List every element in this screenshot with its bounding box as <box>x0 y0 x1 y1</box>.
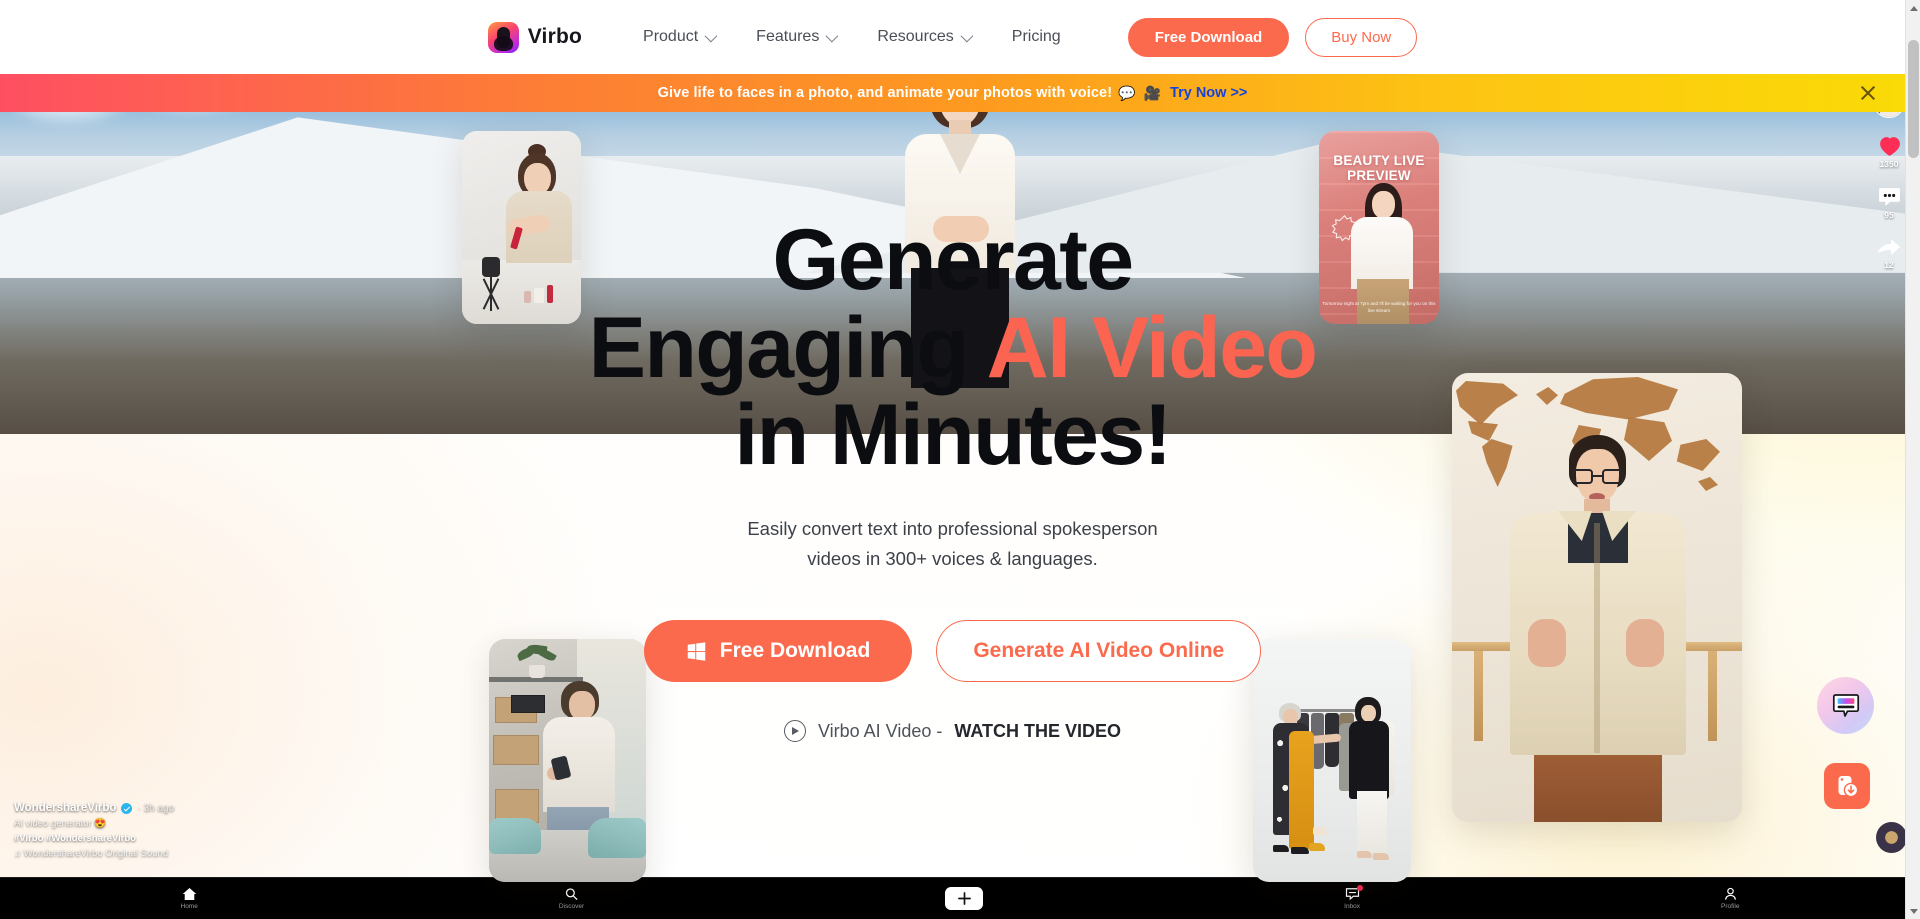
watch-video-link[interactable]: Virbo AI Video - WATCH THE VIDEO <box>783 720 1122 743</box>
nav-item-product[interactable]: Product <box>622 28 735 46</box>
promo-banner-text: Give life to faces in a photo, and anima… <box>657 85 1113 101</box>
video-camera-emoji-icon: 🎥 <box>1143 84 1162 101</box>
watch-video-strong: WATCH THE VIDEO <box>954 720 1122 741</box>
nav-item-pricing[interactable]: Pricing <box>991 28 1082 46</box>
nav-item-resources-label: Resources <box>877 28 954 45</box>
top-navigation-bar: Virbo Product Features Resources Pricing <box>0 0 1905 74</box>
hero-generate-online-button[interactable]: Generate AI Video Online <box>936 620 1262 683</box>
headline-line-1: Generate <box>772 212 1134 308</box>
brand-logo[interactable]: Virbo <box>487 21 583 53</box>
subheading-line-2: videos in 300+ voices & languages. <box>807 548 1098 570</box>
scroll-down-arrow-icon[interactable] <box>1906 903 1920 919</box>
hero-free-download-label: Free Download <box>719 639 871 663</box>
nav-free-download-button[interactable]: Free Download <box>1127 17 1290 57</box>
close-icon[interactable] <box>1859 84 1877 102</box>
hero-free-download-button[interactable]: Free Download <box>643 620 913 683</box>
nav-buy-now-button[interactable]: Buy Now <box>1305 17 1418 57</box>
headline-line-2-plain: Engaging <box>588 299 987 396</box>
page-title: Generate Engaging AI Video in Minutes! <box>588 216 1318 484</box>
promo-try-now-link[interactable]: Try Now >> <box>1170 85 1247 101</box>
subheading-line-1: Easily convert text into professional sp… <box>747 518 1158 540</box>
chat-bubble-widget-icon <box>1832 693 1859 717</box>
windows-icon <box>687 641 706 661</box>
headline-line-2-accent: AI Video <box>986 299 1318 396</box>
nav-actions: Free Download Buy Now <box>1127 17 1418 57</box>
chat-widget-button[interactable] <box>1817 677 1874 734</box>
chevron-down-icon <box>960 29 974 42</box>
nav-item-features[interactable]: Features <box>735 28 856 46</box>
nav-item-features-label: Features <box>756 28 820 45</box>
hero-subheading: Easily convert text into professional sp… <box>747 514 1157 574</box>
watch-video-prefix: Virbo AI Video - <box>817 720 943 741</box>
scroll-up-arrow-icon[interactable] <box>1906 0 1920 16</box>
nav-item-pricing-label: Pricing <box>1011 28 1061 45</box>
nav-item-resources[interactable]: Resources <box>856 28 990 46</box>
nav-item-product-label: Product <box>643 28 699 45</box>
virbo-logo-icon <box>487 21 519 53</box>
headline-line-3: in Minutes! <box>734 387 1172 484</box>
page-root: Virbo Product Features Resources Pricing <box>0 0 1920 919</box>
promo-banner: Give life to faces in a photo, and anima… <box>0 74 1905 112</box>
brand-name: Virbo <box>527 25 583 48</box>
scrollbar-thumb[interactable] <box>1908 40 1919 158</box>
chevron-down-icon <box>704 29 718 42</box>
play-circle-icon <box>783 720 806 743</box>
page-scrollbar[interactable] <box>1905 0 1920 919</box>
app-download-widget-button[interactable] <box>1824 763 1870 809</box>
app-download-widget-icon <box>1838 776 1859 798</box>
speech-bubble-emoji-icon: 💬 <box>1118 84 1136 101</box>
hero-cta-row: Free Download Generate AI Video Online <box>643 620 1262 683</box>
chevron-down-icon <box>825 29 839 42</box>
hero-section: Generate Engaging AI Video in Minutes! E… <box>0 112 1905 743</box>
nav-links: Product Features Resources Pricing <box>622 28 1082 46</box>
